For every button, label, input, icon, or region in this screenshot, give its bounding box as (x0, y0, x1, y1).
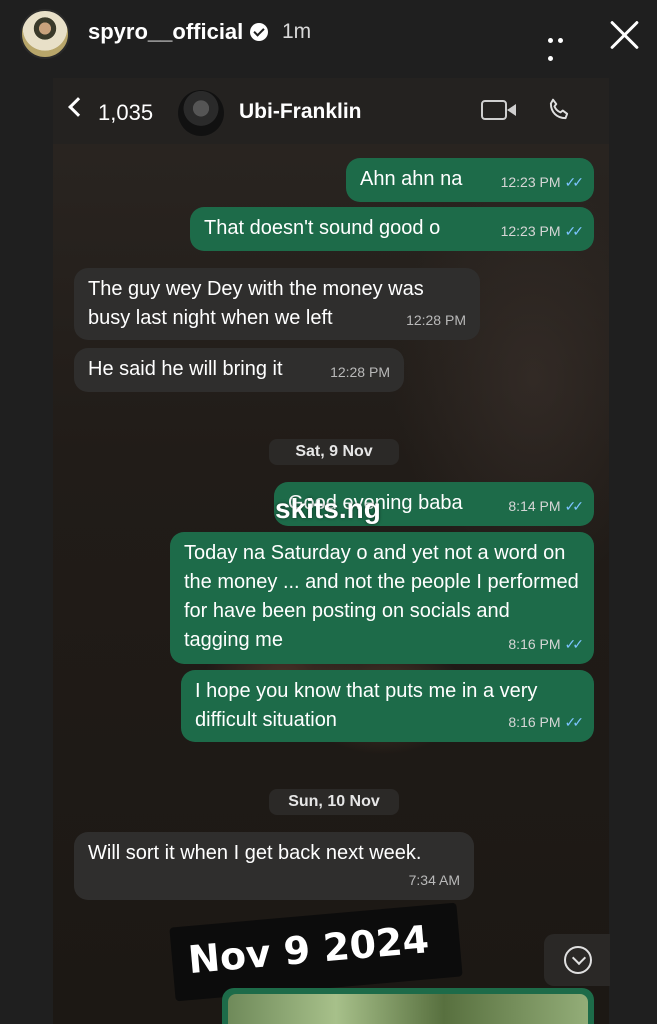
back-chevron-icon[interactable] (68, 97, 88, 117)
story-header: spyro__official 1m (0, 0, 657, 70)
message-bubble-outgoing[interactable]: That doesn't sound good o 12:23 PM ✓✓ (190, 207, 594, 251)
profile-avatar[interactable] (20, 9, 70, 59)
read-ticks-icon: ✓✓ (564, 223, 585, 239)
message-text: Ahn ahn na (360, 168, 463, 190)
chat-screenshot: 1,035 Ubi-Franklin Ahn ahn na 12:23 PM ✓✓… (53, 78, 609, 1024)
read-ticks-icon: ✓✓ (564, 498, 585, 514)
unread-count: 1,035 (98, 100, 154, 125)
message-meta: 12:23 PM ✓✓ (500, 174, 585, 190)
message-meta: 7:34 AM (408, 872, 460, 888)
message-bubble-outgoing[interactable]: I hope you know that puts me in a very d… (181, 670, 594, 742)
image-thumbnail (228, 994, 588, 1024)
message-bubble-incoming[interactable]: He said he will bring it 12:28 PM (74, 348, 404, 392)
date-sticker-text: Nov 9 2024 (186, 917, 431, 983)
message-text: He said he will bring it (88, 358, 283, 380)
date-separator: Sun, 10 Nov (269, 789, 399, 815)
contact-avatar[interactable] (178, 90, 224, 136)
close-icon[interactable] (606, 16, 642, 52)
message-meta: 12:28 PM (330, 364, 390, 380)
message-meta: 12:23 PM ✓✓ (500, 223, 585, 239)
chat-header: 1,035 Ubi-Franklin (53, 78, 609, 144)
read-ticks-icon: ✓✓ (564, 714, 585, 730)
read-ticks-icon: ✓✓ (564, 636, 585, 652)
message-meta: 12:28 PM (406, 312, 466, 328)
story-time-ago: 1m (282, 20, 312, 43)
message-text: That doesn't sound good o (204, 217, 441, 239)
contact-name[interactable]: Ubi-Franklin (239, 100, 362, 124)
date-separator: Sat, 9 Nov (269, 439, 399, 465)
message-bubble-incoming[interactable]: The guy wey Dey with the money was busy … (74, 268, 480, 340)
message-bubble-outgoing[interactable]: Ahn ahn na 12:23 PM ✓✓ (346, 158, 594, 202)
message-meta: 8:16 PM ✓✓ (508, 714, 585, 730)
video-call-icon[interactable] (481, 100, 516, 120)
watermark-text: skits.ng (275, 493, 381, 524)
verified-badge-icon (250, 23, 268, 41)
scroll-down-icon (564, 946, 592, 974)
scroll-down-button[interactable] (544, 934, 610, 986)
read-ticks-icon: ✓✓ (564, 174, 585, 190)
message-meta: 8:14 PM ✓✓ (508, 498, 585, 514)
message-bubble-outgoing[interactable]: Today na Saturday o and yet not a word o… (170, 532, 594, 664)
message-text: I hope you know that puts me in a very d… (195, 680, 538, 731)
story-username[interactable]: spyro__official (88, 19, 243, 45)
phone-icon[interactable] (546, 96, 572, 124)
message-text: The guy wey Dey with the money was busy … (88, 278, 424, 329)
message-meta: 8:16 PM ✓✓ (508, 636, 585, 652)
message-bubble-incoming[interactable]: Will sort it when I get back next week. … (74, 832, 474, 900)
next-image-message[interactable] (222, 988, 594, 1024)
message-text: Will sort it when I get back next week. (88, 842, 422, 864)
more-icon[interactable] (548, 30, 576, 61)
